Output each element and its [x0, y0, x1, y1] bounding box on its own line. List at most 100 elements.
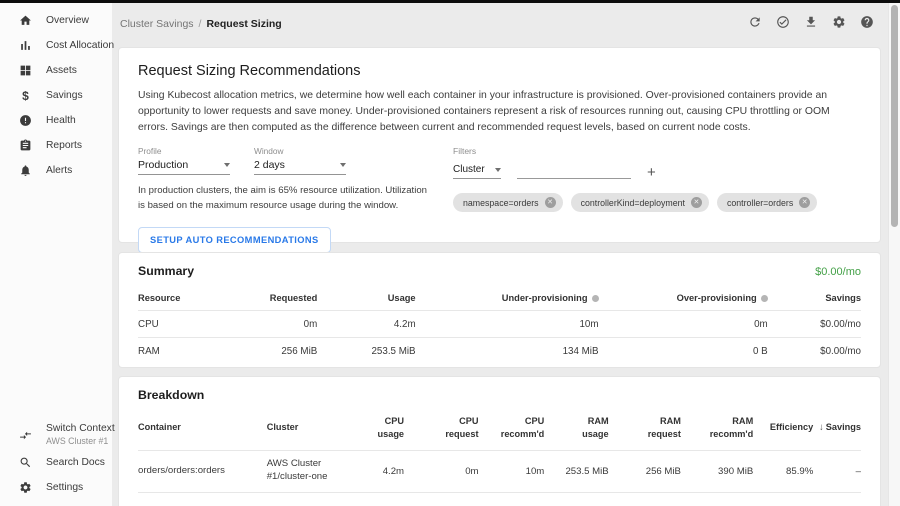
setup-auto-recommendations-button[interactable]: SETUP AUTO RECOMMENDATIONS: [138, 227, 331, 253]
cell-savings: –: [813, 450, 861, 492]
info-icon[interactable]: [761, 295, 768, 302]
download-icon[interactable]: [804, 15, 818, 29]
cell-cpu-recommd: 10m: [479, 450, 545, 492]
refresh-icon[interactable]: [748, 15, 762, 29]
search-icon: [19, 456, 32, 469]
bell-icon: [19, 164, 32, 177]
switch-context-text: Switch Context AWS Cluster #1: [46, 423, 115, 447]
sidebar-item-switch-context[interactable]: Switch Context AWS Cluster #1: [0, 420, 112, 450]
home-icon: [19, 14, 32, 27]
breadcrumb-separator: /: [199, 18, 202, 30]
filter-chip-label: controllerKind=deployment: [581, 198, 685, 208]
cell-usage: 4.2m: [317, 311, 415, 338]
cell-cpu-usage: 4.2m: [353, 450, 404, 492]
page-title: Request Sizing Recommendations: [138, 63, 861, 79]
sidebar-item-label: Health: [46, 115, 76, 126]
breakdown-header-row: Container Cluster CPUusage CPUrequest CP…: [138, 408, 861, 450]
column-header-ram-usage[interactable]: RAMusage: [544, 408, 608, 450]
cell-usage: 253.5 MiB: [317, 338, 415, 365]
sidebar-item-settings[interactable]: Settings: [0, 475, 112, 500]
sidebar-item-label: Cost Allocation: [46, 40, 114, 51]
remove-chip-icon[interactable]: ✕: [691, 197, 702, 208]
sidebar-item-label: Assets: [46, 65, 77, 76]
cell-savings: $0.00/mo: [768, 311, 861, 338]
cell-under: 10m: [416, 311, 599, 338]
sidebar-item-search-docs[interactable]: Search Docs: [0, 450, 112, 475]
current-cluster-label: AWS Cluster #1: [46, 436, 115, 447]
column-header-savings: Savings: [768, 287, 861, 311]
sidebar-item-label: Reports: [46, 140, 82, 151]
filter-chip-label: namespace=orders: [463, 198, 539, 208]
cell-requested: 256 MiB: [232, 338, 317, 365]
select-group: Profile Production Window 2 days: [138, 146, 450, 175]
help-icon[interactable]: [860, 15, 874, 29]
profile-helper-text: In production clusters, the aim is 65% r…: [138, 184, 428, 213]
column-header-under-provisioning: Under-provisioning: [416, 287, 599, 311]
cell-resource: RAM: [138, 338, 232, 365]
column-header-efficiency[interactable]: Efficiency: [753, 408, 813, 450]
window-select-value: 2 days: [254, 159, 285, 171]
filter-type-select[interactable]: Cluster: [453, 164, 501, 179]
summary-header-row: Resource Requested Usage Under-provision…: [138, 287, 861, 311]
filter-chip[interactable]: namespace=orders ✕: [453, 193, 563, 212]
profile-controls: Profile Production Window 2 days In prod…: [138, 146, 450, 253]
profile-select-label: Profile: [138, 146, 230, 156]
health-icon: [19, 114, 32, 127]
sidebar-item-cost-allocation[interactable]: Cost Allocation: [0, 33, 112, 58]
filter-value-input[interactable]: [517, 164, 631, 179]
sidebar-item-reports[interactable]: Reports: [0, 133, 112, 158]
breakdown-card: Breakdown Container Cluster CPUusage CPU…: [118, 376, 881, 506]
sidebar-item-overview[interactable]: Overview: [0, 8, 112, 33]
info-icon[interactable]: [592, 295, 599, 302]
window-select[interactable]: Window 2 days: [254, 146, 346, 175]
column-header-cpu-recommd[interactable]: CPUrecomm'd: [479, 408, 545, 450]
remove-chip-icon[interactable]: ✕: [545, 197, 556, 208]
filter-chip[interactable]: controllerKind=deployment ✕: [571, 193, 709, 212]
filter-chip[interactable]: controller=orders ✕: [717, 193, 817, 212]
sidebar-item-label: Overview: [46, 15, 89, 26]
check-circle-icon[interactable]: [776, 15, 790, 29]
summary-total-savings: $0.00/mo: [815, 266, 861, 278]
remove-chip-icon[interactable]: ✕: [799, 197, 810, 208]
profile-select-value-row: Production: [138, 159, 230, 171]
cell-ram-usage: 253.5 MiB: [544, 450, 608, 492]
sidebar-item-assets[interactable]: Assets: [0, 58, 112, 83]
cell-cluster: AWS Cluster #1/cluster-one: [267, 450, 354, 492]
scrollbar[interactable]: [888, 3, 900, 506]
column-header-ram-request[interactable]: RAMrequest: [609, 408, 681, 450]
breakdown-header: Breakdown: [138, 388, 861, 402]
summary-card: Summary $0.00/mo Resource Requested Usag…: [118, 252, 881, 368]
cell-efficiency: 85.9%: [753, 450, 813, 492]
sidebar-item-health[interactable]: Health: [0, 108, 112, 133]
breakdown-row[interactable]: orders/orders:orders AWS Cluster #1/clus…: [138, 450, 861, 492]
sidebar-item-savings[interactable]: $ Savings: [0, 83, 112, 108]
controls-row: Profile Production Window 2 days In prod…: [138, 146, 861, 253]
cell-container: orders/orders:orders: [138, 450, 267, 492]
column-header-ram-recommd[interactable]: RAMrecomm'd: [681, 408, 753, 450]
summary-row-ram: RAM 256 MiB 253.5 MiB 134 MiB 0 B $0.00/…: [138, 338, 861, 365]
breadcrumb-section[interactable]: Cluster Savings: [120, 18, 194, 30]
switch-context-label: Switch Context: [46, 423, 115, 435]
cell-cpu-request: 0m: [404, 450, 478, 492]
gear-icon[interactable]: [832, 15, 846, 29]
sidebar-item-alerts[interactable]: Alerts: [0, 158, 112, 183]
sidebar-nav-list: Overview Cost Allocation Assets $ Saving…: [0, 3, 112, 183]
column-header-over-provisioning: Over-provisioning: [599, 287, 768, 311]
filter-type-value: Cluster: [453, 164, 485, 175]
summary-title: Summary: [138, 264, 194, 278]
request-sizing-card: Request Sizing Recommendations Using Kub…: [118, 47, 881, 243]
cell-requested: 0m: [232, 311, 317, 338]
profile-select[interactable]: Profile Production: [138, 146, 230, 175]
column-header-cpu-request[interactable]: CPUrequest: [404, 408, 478, 450]
column-header-container[interactable]: Container: [138, 408, 267, 450]
filter-chip-label: controller=orders: [727, 198, 793, 208]
column-header-cpu-usage[interactable]: CPUusage: [353, 408, 404, 450]
scrollbar-thumb[interactable]: [891, 5, 898, 227]
breadcrumb-page: Request Sizing: [206, 18, 281, 30]
dollar-icon: $: [19, 89, 32, 102]
column-header-cluster[interactable]: Cluster: [267, 408, 354, 450]
column-header-savings-sorted[interactable]: ↓Savings: [813, 408, 861, 450]
column-header-requested: Requested: [232, 287, 317, 311]
add-filter-icon[interactable]: +: [647, 166, 656, 179]
toolbar: [748, 15, 874, 29]
